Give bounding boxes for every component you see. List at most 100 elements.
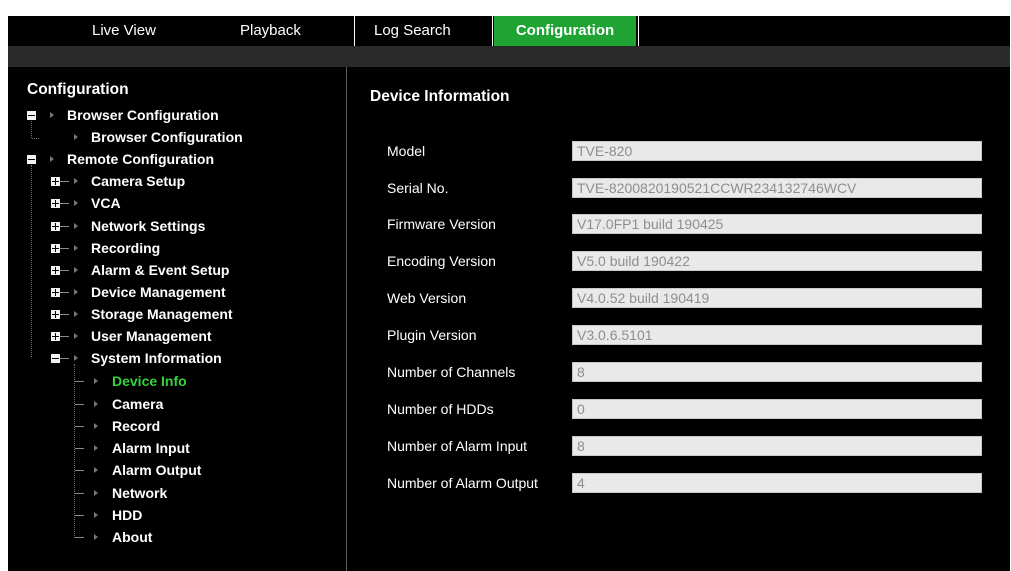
tree-connector [75,515,84,516]
collapse-icon[interactable] [51,354,60,363]
model-field[interactable] [572,141,982,161]
tree-item-vca[interactable]: VCA [8,193,308,213]
arrow-right-icon [74,245,78,251]
tree-item-alarm-event-setup[interactable]: Alarm & Event Setup [8,260,308,280]
encoding-version-label: Encoding Version [387,253,496,269]
tab-configuration[interactable]: Configuration [494,16,636,46]
tree-item-device-management[interactable]: Device Management [8,282,308,302]
number-of-hdds-field[interactable] [572,399,982,419]
encoding-version-field[interactable] [572,251,982,271]
tree-connector [75,448,84,449]
arrow-right-icon [74,134,78,140]
serial-no-label: Serial No. [387,180,449,196]
tree-item-record[interactable]: Record [8,416,308,436]
collapse-icon[interactable] [27,111,36,120]
tree-item-label: VCA [91,195,121,211]
tree-connector [75,470,84,471]
expand-icon[interactable] [51,199,60,208]
arrow-right-icon [50,156,54,162]
tree-connector [60,181,69,182]
arrow-right-icon [74,289,78,295]
tree-item-label: Remote Configuration [67,151,214,167]
serial-no-field[interactable] [572,178,982,198]
arrow-right-icon [94,512,98,518]
tree-item-remote-configuration-group[interactable]: Remote Configuration [8,149,308,169]
tree-item-label: Camera [112,396,164,412]
tree-item-alarm-input[interactable]: Alarm Input [8,438,308,458]
tree-item-system-information[interactable]: System Information [8,348,308,368]
tree-item-label: Recording [91,240,161,256]
plugin-version-label: Plugin Version [387,327,477,343]
tree-item-about[interactable]: About [8,527,308,547]
collapse-icon[interactable] [27,155,36,164]
tree-connector [75,404,84,405]
sidebar-title: Configuration [27,81,129,98]
tree-connector [75,381,84,382]
arrow-right-icon [74,267,78,273]
tree-item-label: Camera Setup [91,173,186,189]
tree-item-camera[interactable]: Camera [8,394,308,414]
tree-item-label: Network Settings [91,218,206,234]
expand-icon[interactable] [51,288,60,297]
tree-item-alarm-output[interactable]: Alarm Output [8,460,308,480]
tree-connector [60,270,69,271]
page-title: Device Information [370,88,510,105]
arrow-right-icon [74,223,78,229]
number-of-channels-field[interactable] [572,362,982,382]
web-version-field[interactable] [572,288,982,308]
tree-item-camera-setup[interactable]: Camera Setup [8,171,308,191]
expand-icon[interactable] [51,177,60,186]
expand-icon[interactable] [51,222,60,231]
expand-icon[interactable] [51,332,60,341]
tree-item-label: About [112,529,153,545]
tree-connector [75,426,84,427]
tree-item-label: HDD [112,507,143,523]
tree-connector [60,292,69,293]
expand-icon[interactable] [51,310,60,319]
tab-divider [492,16,493,46]
plugin-version-field[interactable] [572,325,982,345]
top-nav-bar: Live View Playback Log Search Configurat… [8,16,1010,46]
tree-item-label: Browser Configuration [67,107,219,123]
tab-divider [638,16,639,46]
web-version-label: Web Version [387,290,467,306]
tree-connector [60,336,69,337]
arrow-right-icon [74,200,78,206]
tree-item-device-info[interactable]: Device Info [8,371,308,391]
tree-item-label: User Management [91,328,212,344]
tree-item-network-settings[interactable]: Network Settings [8,216,308,236]
config-sidebar: Configuration Browser Configuration Brow… [8,67,346,571]
tree-item-user-management[interactable]: User Management [8,326,308,346]
expand-icon[interactable] [51,266,60,275]
tree-item-label: Record [112,418,161,434]
arrow-right-icon [74,333,78,339]
tab-playback[interactable]: Playback [240,16,301,46]
arrow-right-icon [94,490,98,496]
tab-log-search[interactable]: Log Search [374,16,451,46]
tree-item-storage-management[interactable]: Storage Management [8,304,308,324]
expand-icon[interactable] [51,244,60,253]
tree-item-browser-configuration[interactable]: Browser Configuration [8,127,308,147]
tree-item-label: Network [112,485,168,501]
number-of-hdds-label: Number of HDDs [387,401,494,417]
number-of-alarm-input-field[interactable] [572,436,982,456]
number-of-alarm-output-field[interactable] [572,473,982,493]
model-label: Model [387,143,426,159]
tree-connector [60,226,69,227]
tree-item-recording[interactable]: Recording [8,238,308,258]
tree-item-hdd[interactable]: HDD [8,505,308,525]
arrow-right-icon [74,178,78,184]
tree-item-network[interactable]: Network [8,483,308,503]
tree-item-label: Device Management [91,284,226,300]
tree-item-browser-configuration-group[interactable]: Browser Configuration [8,105,308,125]
tree-item-label: Alarm Input [112,440,190,456]
arrow-right-icon [94,467,98,473]
tree-item-label: Storage Management [91,306,233,322]
number-of-alarm-output-label: Number of Alarm Output [387,475,538,491]
firmware-version-field[interactable] [572,214,982,234]
arrow-right-icon [74,311,78,317]
arrow-right-icon [94,534,98,540]
tab-live-view[interactable]: Live View [92,16,156,46]
tree-item-label: Alarm & Event Setup [91,262,230,278]
arrow-right-icon [94,445,98,451]
